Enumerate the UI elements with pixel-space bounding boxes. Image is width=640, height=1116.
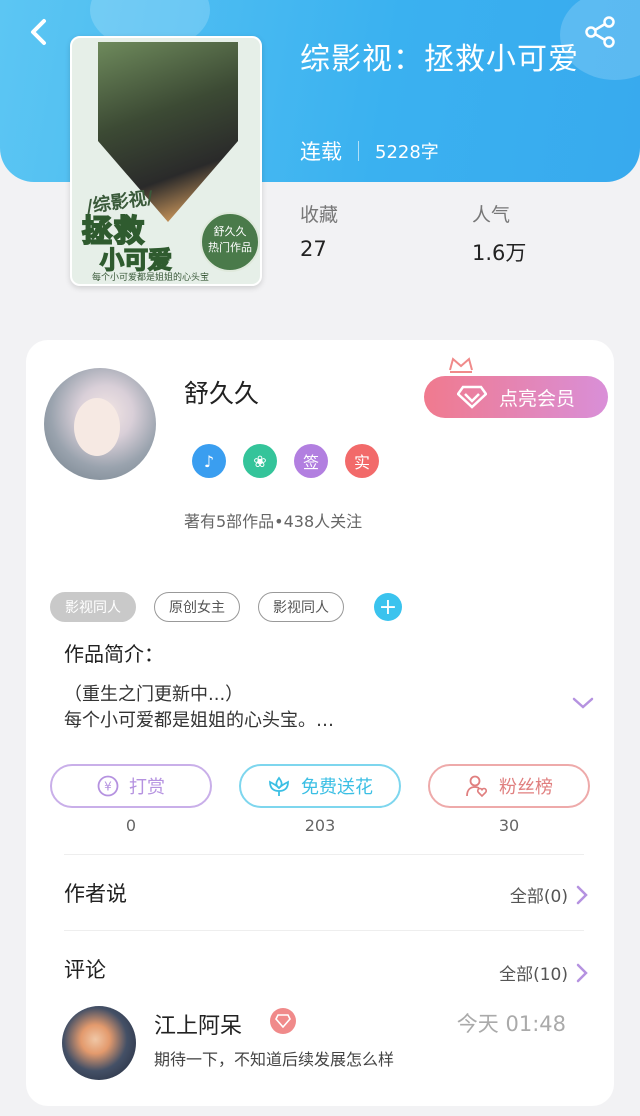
chevron-down-icon[interactable] — [572, 696, 594, 710]
fans-label: 粉丝榜 — [499, 777, 553, 798]
cover-bottom-text: 每个小可爱都是姐姐的心头宝 — [92, 273, 210, 283]
cover-seal-name: 舒久久 — [213, 225, 247, 238]
cover-seal: 舒久久 热门作品 — [200, 212, 260, 272]
tip-button[interactable]: ¥ 打赏 — [50, 764, 212, 808]
intro-line: （重生之门更新中...） — [64, 684, 244, 705]
tip-action: ¥ 打赏 0 — [50, 764, 212, 835]
svg-text:¥: ¥ — [104, 780, 112, 794]
comments-title: 评论 — [64, 958, 106, 982]
author-says-all-label: 全部(0) — [509, 887, 568, 907]
tag-list: 影视同人 原创女主 影视同人 + — [50, 592, 402, 622]
cover-seal-tag: 热门作品 — [208, 241, 252, 254]
author-says-title: 作者说 — [64, 882, 127, 906]
book-status-row: 连载 5228字 — [300, 136, 439, 166]
handshake-badge-icon[interactable]: ❀ — [243, 444, 277, 478]
comment-text: 期待一下，不知道后续发展怎么样 — [154, 1050, 395, 1069]
fans-rank-button[interactable]: 粉丝榜 — [428, 764, 590, 808]
back-button[interactable] — [20, 12, 56, 52]
tip-label: 打赏 — [129, 777, 165, 798]
sign-badge-icon[interactable]: 签 — [294, 444, 328, 478]
author-card: 舒久久 点亮会员 ♪ ❀ 签 实 著有5部作品•438人关注 影视同人 原创女主… — [26, 340, 614, 1106]
add-tag-button[interactable]: + — [374, 593, 402, 621]
word-count: 5228字 — [375, 142, 439, 163]
fans-action: 粉丝榜 30 — [428, 764, 590, 835]
divider — [64, 854, 584, 855]
music-badge-icon[interactable]: ♪ — [192, 444, 226, 478]
popularity-stat: 人气 1.6万 — [472, 200, 526, 267]
author-says-all-link[interactable]: 全部(0) — [510, 882, 588, 907]
flower-label: 免费送花 — [301, 777, 373, 798]
flower-count: 203 — [304, 816, 336, 835]
author-badges: ♪ ❀ 签 实 — [192, 444, 396, 478]
comments-all-label: 全部(10) — [499, 965, 568, 985]
yen-icon: ¥ — [97, 775, 119, 797]
chevron-right-icon — [576, 963, 588, 982]
intro-title: 作品简介： — [64, 642, 164, 666]
divider — [64, 930, 584, 931]
tag-item[interactable]: 影视同人 — [50, 592, 136, 622]
comments-all-link[interactable]: 全部(10) — [499, 960, 588, 985]
commenter-name[interactable]: 江上阿呆 — [154, 1008, 242, 1040]
plus-icon: + — [378, 594, 398, 620]
tag-item[interactable]: 影视同人 — [258, 592, 344, 622]
diamond-icon — [456, 385, 487, 409]
diamond-icon — [275, 1014, 291, 1028]
intro-line: 每个小可爱都是姐姐的心头宝。… — [64, 710, 334, 731]
divider — [358, 141, 359, 161]
flower-icon — [269, 776, 289, 796]
author-avatar[interactable] — [44, 368, 156, 480]
chevron-left-icon — [31, 19, 46, 45]
book-status: 连载 — [300, 140, 342, 164]
comment-time: 今天 01:48 — [456, 1012, 566, 1036]
vip-button[interactable]: 点亮会员 — [424, 376, 608, 418]
favorites-value: 27 — [300, 237, 327, 261]
author-works-info: 著有5部作品•438人关注 — [184, 512, 363, 531]
tip-count: 0 — [125, 816, 137, 835]
popularity-label: 人气 — [472, 204, 511, 226]
fans-count: 30 — [498, 816, 520, 835]
book-cover[interactable]: /综影视/ 拯救 小可爱 舒久久 热门作品 每个小可爱都是姐姐的心头宝 — [70, 36, 262, 286]
vip-label: 点亮会员 — [498, 387, 575, 410]
popularity-value: 1.6万 — [472, 241, 527, 265]
tag-item[interactable]: 原创女主 — [154, 592, 240, 622]
chevron-right-icon — [576, 885, 588, 904]
send-flower-button[interactable]: 免费送花 — [239, 764, 401, 808]
vip-badge — [270, 1008, 296, 1034]
favorites-label: 收藏 — [300, 204, 339, 226]
user-heart-icon — [466, 775, 488, 798]
book-title: 综影视：拯救小可爱 — [300, 42, 579, 77]
author-name[interactable]: 舒久久 — [184, 374, 259, 410]
crown-icon — [449, 357, 473, 373]
real-badge-icon[interactable]: 实 — [345, 444, 379, 478]
favorites-stat: 收藏 27 — [300, 200, 338, 261]
action-row: ¥ 打赏 0 免费送花 203 粉丝榜 30 — [50, 764, 590, 835]
commenter-avatar[interactable] — [62, 1006, 136, 1080]
avatar-face — [74, 398, 120, 456]
flower-action: 免费送花 203 — [239, 764, 401, 835]
